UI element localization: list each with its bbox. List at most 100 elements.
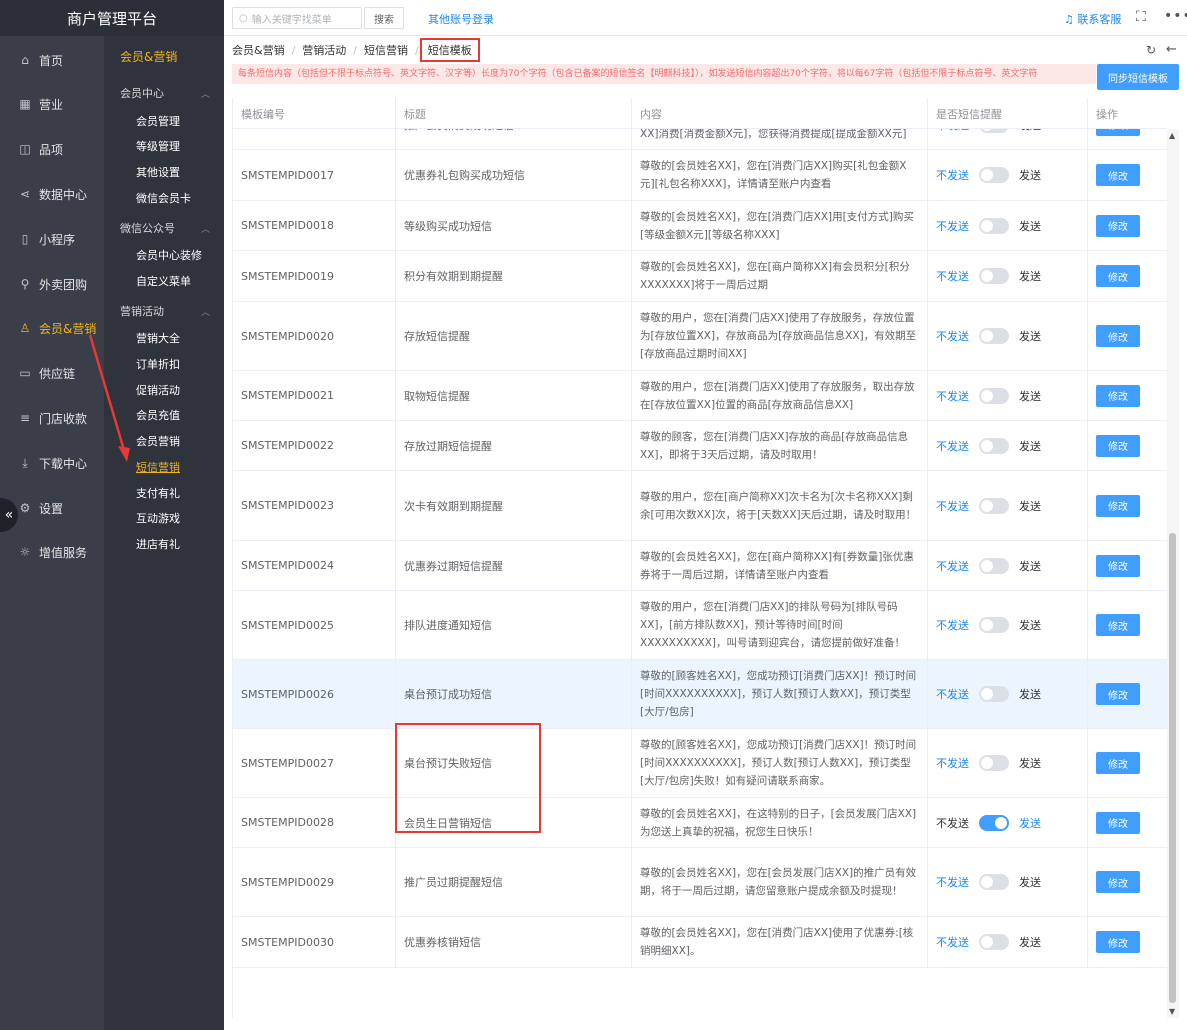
nav-item-6[interactable]: ⚲ 外卖团购: [0, 270, 104, 298]
remind-switch[interactable]: 不发送 发送: [936, 217, 1041, 234]
edit-button[interactable]: 修改: [1096, 554, 1140, 577]
remind-switch[interactable]: 不发送 发送: [936, 755, 1041, 771]
more-icon[interactable]: •••: [1164, 8, 1187, 24]
remind-switch[interactable]: 不发送 发送: [936, 387, 1041, 404]
table-body: SMSTEMPID0015推广会员注册成功短信会员成功！被推荐人[姓名XXXX]…: [233, 98, 1167, 968]
switch-off-label: 不发送: [936, 169, 969, 182]
edit-button[interactable]: 修改: [1096, 434, 1140, 457]
remind-switch[interactable]: 不发送 发送: [936, 934, 1041, 950]
subnav-item[interactable]: 互动游戏: [104, 507, 224, 529]
subnav-item[interactable]: 会员充值: [104, 404, 224, 426]
scroll-down-icon[interactable]: ▼: [1169, 1007, 1175, 1016]
remind-switch-cell: 不发送 发送: [928, 848, 1088, 916]
toggle-switch[interactable]: [979, 874, 1009, 890]
subnav-item[interactable]: 营销大全: [104, 327, 224, 349]
remind-switch[interactable]: 不发送 发送: [936, 437, 1041, 454]
toggle-switch[interactable]: [979, 557, 1009, 574]
subnav-item[interactable]: 微信会员卡: [104, 187, 224, 209]
edit-button[interactable]: 修改: [1096, 164, 1140, 186]
nav-item-8[interactable]: ▭ 供应链: [0, 359, 104, 387]
subnav-label: 自定义菜单: [136, 275, 191, 288]
edit-button[interactable]: 修改: [1096, 384, 1140, 407]
toggle-switch[interactable]: [979, 268, 1009, 284]
contact-service-link[interactable]: ♫ 联系客服: [1064, 11, 1121, 27]
action-cell: 修改: [1088, 541, 1167, 590]
edit-button[interactable]: 修改: [1096, 614, 1140, 636]
edit-button[interactable]: 修改: [1096, 811, 1140, 834]
remind-switch[interactable]: 不发送 发送: [936, 557, 1041, 574]
toggle-switch[interactable]: [979, 814, 1009, 831]
other-account-login-link[interactable]: 其他账号登录: [428, 11, 494, 27]
subnav-group[interactable]: 会员中心 ︿: [104, 82, 224, 104]
nav-item-1[interactable]: ⌂ 首页: [0, 46, 104, 74]
calendar-icon: ▦: [19, 97, 31, 111]
breadcrumb-item[interactable]: 会员&营销: [232, 42, 285, 58]
edit-button[interactable]: 修改: [1096, 214, 1140, 237]
toggle-switch[interactable]: [979, 217, 1009, 234]
refresh-icon[interactable]: ↻: [1146, 43, 1156, 57]
remind-switch[interactable]: 不发送 发送: [936, 167, 1041, 183]
edit-button[interactable]: 修改: [1096, 325, 1140, 347]
subnav-item[interactable]: 促销活动: [104, 379, 224, 401]
nav-item-3[interactable]: ◫ 品项: [0, 135, 104, 163]
subnav-item[interactable]: 短信营销: [104, 456, 224, 478]
subnav-item[interactable]: 等级管理: [104, 135, 224, 157]
subnav-item[interactable]: 进店有礼: [104, 533, 224, 555]
subnav-item[interactable]: 会员中心装修: [104, 244, 224, 266]
scrollbar-thumb[interactable]: [1169, 533, 1176, 1003]
nav-item-2[interactable]: ▦ 营业: [0, 90, 104, 118]
fullscreen-icon[interactable]: ⛶: [1136, 9, 1146, 25]
remind-switch[interactable]: 不发送 发送: [936, 617, 1041, 633]
remind-switch-cell: 不发送 发送: [928, 660, 1088, 728]
table-scrollbar[interactable]: ▲ ▼: [1167, 129, 1179, 1018]
switch-off-label: 不发送: [936, 619, 969, 632]
toggle-switch[interactable]: [979, 686, 1009, 702]
action-cell: 修改: [1088, 798, 1167, 847]
app-root: 商户管理平台 ⌂ 首页 ▦ 营业 ◫ 品项 ⋖ 数据中心 ▯ 小程序 ⚲ 外卖团购 ♙ 会员&营销 ▭ 供应链…: [0, 0, 1187, 1030]
edit-button[interactable]: 修改: [1096, 931, 1140, 953]
toggle-switch[interactable]: [979, 437, 1009, 454]
nav-item-9[interactable]: ≡ 门店收款: [0, 404, 104, 432]
remind-switch[interactable]: 不发送 发送: [936, 874, 1041, 890]
nav-item-4[interactable]: ⋖ 数据中心: [0, 180, 104, 208]
remind-switch[interactable]: 不发送 发送: [936, 814, 1041, 831]
edit-button[interactable]: 修改: [1096, 683, 1140, 705]
nav-item-label: 首页: [39, 53, 64, 68]
subnav-item[interactable]: 支付有礼: [104, 482, 224, 504]
edit-button[interactable]: 修改: [1096, 494, 1140, 517]
template-id-cell: SMSTEMPID0028: [233, 798, 396, 847]
nav-item-7[interactable]: ♙ 会员&营销: [0, 314, 104, 342]
toggle-switch[interactable]: [979, 497, 1009, 514]
toggle-switch[interactable]: [979, 167, 1009, 183]
subnav-group[interactable]: 营销活动 ︿: [104, 300, 224, 322]
breadcrumb-item[interactable]: 营销活动: [302, 42, 346, 58]
toggle-switch[interactable]: [979, 328, 1009, 344]
nav-item-12[interactable]: ☼ 增值服务: [0, 538, 104, 566]
toggle-switch[interactable]: [979, 755, 1009, 771]
edit-button[interactable]: 修改: [1096, 871, 1140, 893]
subnav-item[interactable]: 自定义菜单: [104, 270, 224, 292]
sync-sms-template-button[interactable]: 同步短信模板: [1097, 64, 1179, 90]
nav-item-5[interactable]: ▯ 小程序: [0, 225, 104, 253]
menu-search-input[interactable]: ○ 输入关键字找菜单: [232, 7, 362, 29]
subnav-item[interactable]: 会员管理: [104, 110, 224, 132]
back-arrow-icon[interactable]: ←: [1166, 42, 1177, 57]
remind-switch[interactable]: 不发送 发送: [936, 268, 1041, 284]
remind-switch[interactable]: 不发送 发送: [936, 328, 1041, 344]
subnav-header[interactable]: 会员&营销: [104, 45, 224, 67]
toggle-switch[interactable]: [979, 934, 1009, 950]
subnav-item[interactable]: 订单折扣: [104, 353, 224, 375]
subnav-item[interactable]: 其他设置: [104, 161, 224, 183]
remind-switch[interactable]: 不发送 发送: [936, 686, 1041, 702]
search-button[interactable]: 搜索: [364, 7, 404, 29]
toggle-switch[interactable]: [979, 617, 1009, 633]
breadcrumb-item[interactable]: 短信营销: [364, 42, 408, 58]
subnav-item[interactable]: 会员营销: [104, 430, 224, 452]
edit-button[interactable]: 修改: [1096, 752, 1140, 774]
scroll-up-icon[interactable]: ▲: [1169, 131, 1175, 140]
subnav-group[interactable]: 微信公众号 ︿: [104, 217, 224, 239]
remind-switch[interactable]: 不发送 发送: [936, 497, 1041, 514]
edit-button[interactable]: 修改: [1096, 265, 1140, 287]
nav-item-10[interactable]: ⤓ 下载中心: [0, 449, 104, 477]
toggle-switch[interactable]: [979, 387, 1009, 404]
